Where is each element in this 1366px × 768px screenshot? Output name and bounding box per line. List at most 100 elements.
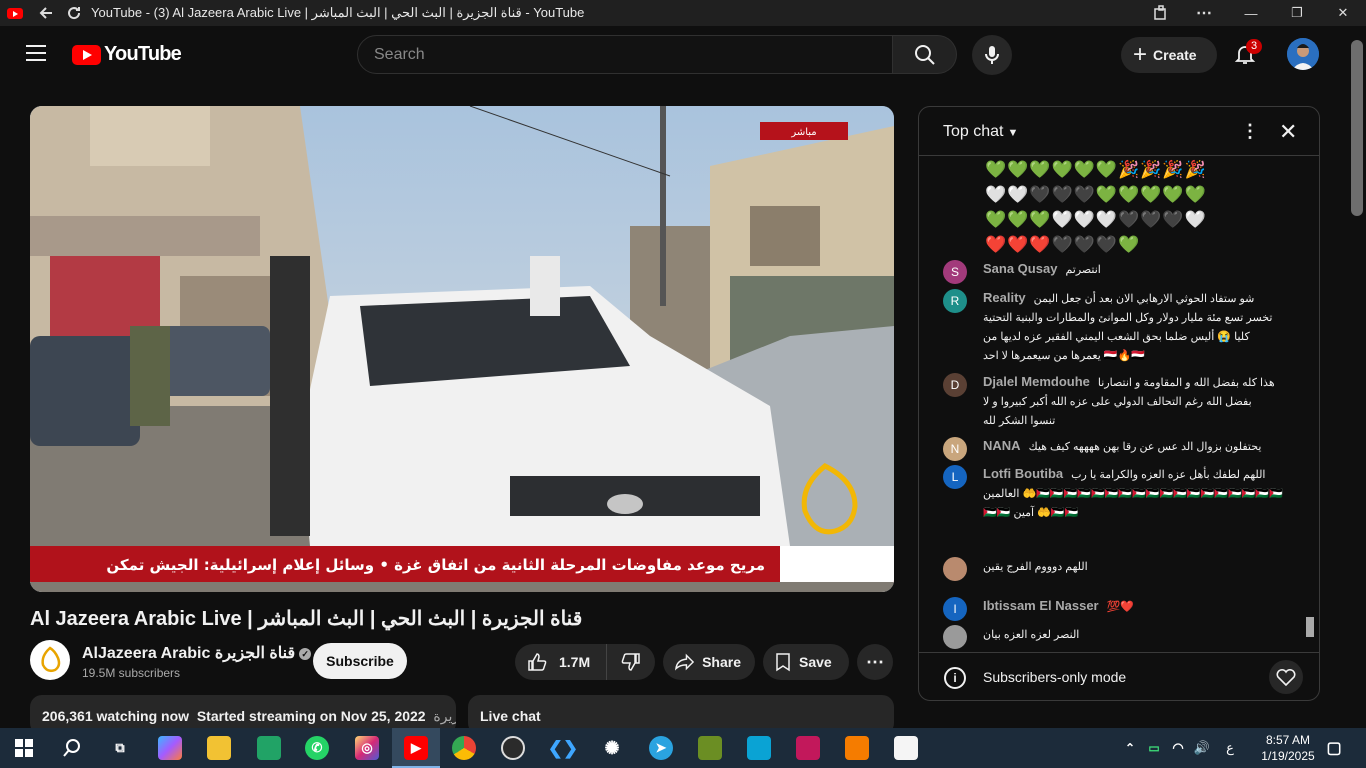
share-button[interactable]: Share — [663, 644, 755, 680]
battery-icon[interactable]: ▭ — [1142, 736, 1166, 760]
like-count: 1.7M — [559, 654, 591, 670]
channel-avatar[interactable] — [30, 640, 70, 680]
more-menu-icon[interactable]: ⋯ — [1193, 2, 1215, 24]
app-icon-generic[interactable] — [698, 736, 722, 760]
heart-reaction-button[interactable] — [1269, 660, 1303, 694]
chat-message[interactable]: I Ibtissam El Nasser 💯❤️ — [943, 597, 1279, 621]
search-icon — [914, 44, 935, 65]
chat-message[interactable]: N NANA يحتفلون بزوال الد عس عن رقا بهن هه… — [943, 437, 1279, 461]
chat-message[interactable]: S Sana Qusay انتصرتم — [943, 260, 1279, 284]
like-button[interactable]: 1.7M — [515, 644, 607, 680]
chat-author-avatar: I — [943, 597, 967, 621]
reload-icon[interactable] — [63, 2, 85, 24]
classroom-app-icon[interactable] — [257, 736, 281, 760]
instagram-icon[interactable]: ◎ — [355, 736, 379, 760]
watching-count: 206,361 watching now — [42, 708, 190, 724]
chevron-down-icon: ▼ — [1007, 127, 1019, 139]
page-scrollbar[interactable] — [1348, 26, 1366, 726]
chat-text: يحتفلون بزوال الد عس عن رقا بهن ههههه كي… — [1028, 441, 1262, 453]
minimize-icon[interactable]: — — [1228, 0, 1274, 26]
info-icon[interactable]: i — [944, 667, 966, 689]
taskbar-clock[interactable]: 8:57 AM 1/19/2025 — [1258, 732, 1318, 764]
description-trail: جزيرة — [433, 708, 456, 724]
account-avatar[interactable] — [1287, 38, 1319, 70]
telegram-icon[interactable]: ➤ — [649, 736, 673, 760]
emoji-row: 💚💚💚🤍🤍🤍🖤🖤🖤🤍 — [985, 210, 1207, 229]
microphone-icon — [985, 46, 999, 64]
windows-taskbar: ⧉ ✆ ◎ ▶ ❮❯ ✺ ➤ ⌃ ▭ ◠ 🔊 ع 8:57 AM 1/19/20… — [0, 728, 1366, 768]
obs-icon[interactable] — [501, 736, 525, 760]
voice-search-button[interactable] — [972, 35, 1012, 75]
maximize-icon[interactable]: ❐ — [1274, 0, 1320, 26]
chat-header: Top chat ▼ ⋮ ✕ — [919, 107, 1319, 156]
search-button[interactable] — [893, 35, 957, 74]
chat-footer: i Subscribers-only mode — [919, 652, 1319, 700]
video-title: Al Jazeera Arabic Live | قناة الجزيرة | … — [30, 608, 583, 630]
emoji-message-continuation: 💚💚💚💚💚💚🎉🎉🎉🎉 🤍🤍🖤🖤🖤💚💚💚💚💚 💚💚💚🤍🤍🤍🖤🖤🖤🤍 ❤️❤️❤️🖤… — [985, 157, 1275, 257]
page-scrollbar-thumb[interactable] — [1351, 40, 1363, 216]
vscode-icon[interactable]: ❮❯ — [548, 736, 578, 760]
design-app-icon[interactable] — [845, 736, 869, 760]
search-placeholder: Search — [374, 45, 425, 63]
chat-author-avatar: S — [943, 260, 967, 284]
emoji-row: 💚💚💚💚💚💚🎉🎉🎉🎉 — [985, 160, 1207, 179]
remote-app-icon[interactable] — [747, 736, 771, 760]
notification-center-icon[interactable]: ▢ — [1322, 736, 1346, 760]
chat-mode-selector[interactable]: Top chat ▼ — [943, 123, 1018, 141]
chat-scrollbar[interactable] — [1305, 157, 1315, 651]
close-icon[interactable]: ✕ — [1320, 0, 1366, 26]
database-app-icon[interactable] — [796, 736, 820, 760]
video-frame: مباشر مريح موعد مفاوضات المرحلة الثانية … — [30, 106, 894, 592]
chat-text: شو ستفاد الحوثي الارهابي الان بعد أن جعل… — [983, 293, 1273, 362]
channel-name[interactable]: AlJazeera Arabic قناة الجزيرة ✓ — [82, 643, 312, 663]
copilot-icon[interactable] — [158, 736, 182, 760]
chat-author-avatar: R — [943, 289, 967, 313]
create-button[interactable]: + Create — [1121, 37, 1217, 73]
file-explorer-icon[interactable] — [207, 736, 231, 760]
wifi-icon[interactable]: ◠ — [1166, 736, 1190, 760]
chat-options-icon[interactable]: ⋮ — [1241, 121, 1259, 142]
video-player[interactable]: مباشر مريح موعد مفاوضات المرحلة الثانية … — [30, 106, 894, 592]
whatsapp-icon[interactable]: ✆ — [305, 736, 329, 760]
subscribers-only-mode-label: Subscribers-only mode — [983, 669, 1127, 685]
browser-title-bar: YouTube - (3) Al Jazeera Arabic Live | ق… — [0, 0, 1366, 26]
chatgpt-icon[interactable]: ✺ — [600, 736, 624, 760]
chat-message[interactable]: D Djalel Memdouhe هذا كله بفضل الله و الم… — [943, 373, 1279, 430]
youtube-logo[interactable]: YouTube — [72, 43, 182, 66]
youtube-taskbar-icon[interactable]: ▶ — [404, 736, 428, 760]
taskbar-search-icon[interactable] — [60, 736, 84, 760]
emoji-row: ❤️❤️❤️🖤🖤🖤💚 — [985, 235, 1141, 254]
dislike-button[interactable] — [607, 652, 655, 672]
save-button[interactable]: Save — [763, 644, 849, 680]
chat-message[interactable]: R Reality شو ستفاد الحوثي الارهابي الان ب… — [943, 289, 1279, 365]
chat-author: Ibtissam El Nasser — [983, 598, 1099, 613]
subscribe-button[interactable]: Subscribe — [313, 643, 407, 679]
youtube-play-icon — [72, 44, 101, 65]
document-file-icon[interactable] — [894, 736, 918, 760]
extensions-icon[interactable] — [1150, 2, 1172, 24]
window-title: YouTube - (3) Al Jazeera Arabic Live | ق… — [91, 5, 585, 20]
verified-check-icon: ✓ — [299, 648, 312, 660]
tray-chevron-up-icon[interactable]: ⌃ — [1118, 736, 1142, 760]
search-input[interactable]: Search — [357, 35, 893, 74]
chat-close-icon[interactable]: ✕ — [1279, 119, 1297, 145]
back-arrow-icon[interactable] — [35, 2, 57, 24]
youtube-app-icon — [7, 7, 23, 19]
chat-author: Reality — [983, 290, 1026, 305]
volume-icon[interactable]: 🔊 — [1190, 736, 1214, 760]
input-language[interactable]: ع — [1218, 736, 1242, 760]
youtube-logo-text: YouTube — [104, 43, 182, 65]
chat-text: 💯❤️ — [1106, 601, 1135, 613]
windows-start-icon[interactable] — [12, 736, 36, 760]
chat-author-avatar — [943, 557, 967, 581]
chat-message[interactable]: النصر لعزه العزه بيان — [943, 625, 1279, 649]
task-view-icon[interactable]: ⧉ — [108, 736, 132, 760]
chat-scrollbar-thumb[interactable] — [1306, 617, 1314, 637]
chat-author: Djalel Memdouhe — [983, 374, 1090, 389]
more-actions-button[interactable]: ⋯ — [857, 644, 893, 680]
chat-message[interactable]: L Lotfi Boutiba اللهم لطفك بأهل عزه العزه… — [943, 465, 1283, 522]
chrome-icon[interactable] — [452, 736, 476, 760]
create-label: Create — [1153, 47, 1197, 63]
hamburger-menu-icon[interactable] — [26, 45, 46, 61]
chat-message[interactable]: اللهم دوووم الفرج يقين — [943, 557, 1279, 581]
